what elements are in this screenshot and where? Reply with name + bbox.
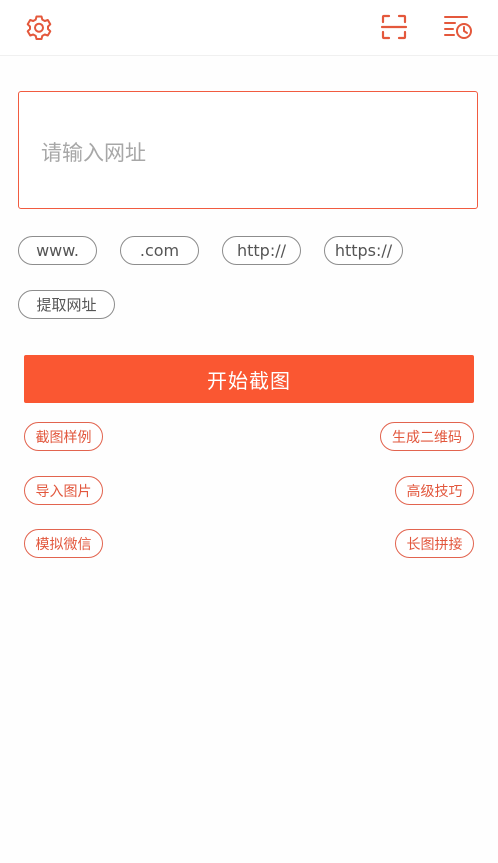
- advanced-tips-button[interactable]: 高级技巧: [395, 476, 474, 505]
- gear-icon: [25, 13, 53, 41]
- simulate-wechat-button[interactable]: 模拟微信: [24, 529, 103, 558]
- chip-https[interactable]: https://: [324, 236, 403, 265]
- history-button[interactable]: [442, 11, 474, 43]
- chip-http[interactable]: http://: [222, 236, 301, 265]
- generate-qr-code-button[interactable]: 生成二维码: [380, 422, 474, 451]
- url-input-box[interactable]: [18, 91, 478, 209]
- history-list-clock-icon: [442, 12, 474, 42]
- start-screenshot-button[interactable]: 开始截图: [24, 355, 474, 403]
- chip-www[interactable]: www.: [18, 236, 97, 265]
- long-image-stitch-button[interactable]: 长图拼接: [395, 529, 474, 558]
- url-input[interactable]: [39, 132, 463, 174]
- screenshot-examples-button[interactable]: 截图样例: [24, 422, 103, 451]
- top-toolbar: [0, 0, 498, 56]
- extract-url-button[interactable]: 提取网址: [18, 290, 115, 319]
- scan-button[interactable]: [378, 11, 410, 43]
- import-image-button[interactable]: 导入图片: [24, 476, 103, 505]
- chip-com[interactable]: .com: [120, 236, 199, 265]
- scan-frame-icon: [379, 12, 409, 42]
- app-screen: www. .com http:// https:// 提取网址 开始截图 截图样…: [0, 0, 498, 863]
- settings-button[interactable]: [23, 11, 55, 43]
